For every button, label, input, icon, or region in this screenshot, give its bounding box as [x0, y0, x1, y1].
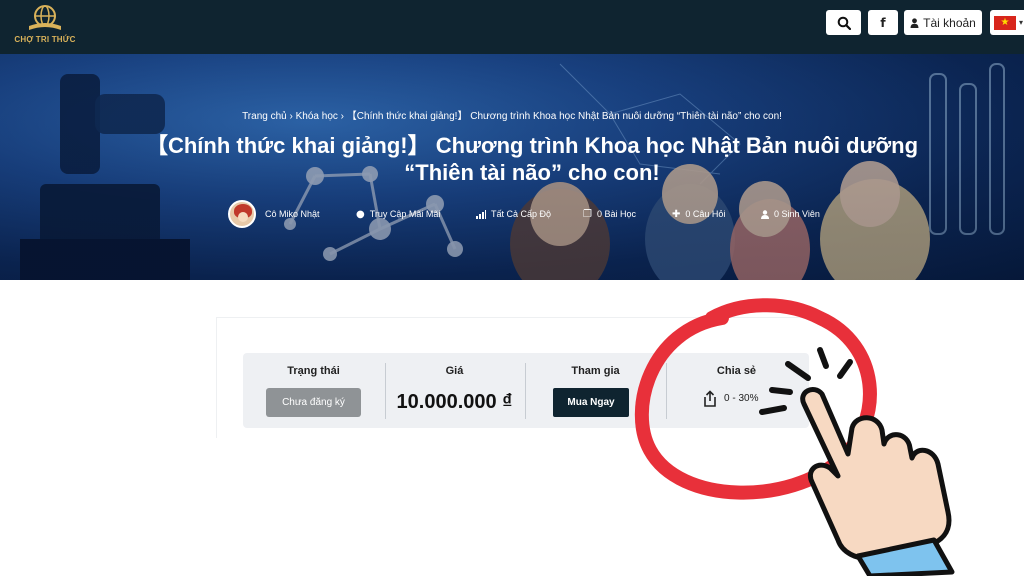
facebook-button[interactable]: f [868, 10, 898, 35]
course-title-line1: 【Chính thức khai giảng!】 Chương trình Kh… [145, 133, 919, 158]
logo-text: CHỢ TRI THỨC [14, 35, 76, 44]
buy-now-button[interactable]: Mua Ngay [553, 388, 629, 417]
language-selector[interactable]: ★ ▾ [990, 10, 1024, 35]
user-icon [910, 17, 919, 28]
access-label: Truy Cập Mãi Mãi [369, 209, 441, 219]
vietnam-flag-icon: ★ [994, 15, 1016, 30]
copy-icon: ❐ [583, 208, 592, 220]
share-icon [704, 390, 716, 407]
lessons-label: 0 Bài Học [596, 209, 636, 219]
meta-access: ● Truy Cập Mãi Mãi [356, 202, 440, 226]
questions-label: 0 Câu Hỏi [685, 209, 726, 219]
account-label: Tài khoản [923, 15, 976, 30]
meta-instructor[interactable]: Cô Miko Nhật [228, 200, 320, 228]
search-button[interactable] [826, 10, 861, 35]
not-registered-button[interactable]: Chưa đăng ký [266, 388, 361, 417]
course-hero-banner: Trang chủ › Khóa học › 【Chính thức khai … [0, 54, 1024, 280]
share-button[interactable]: 0 - 30% [702, 390, 758, 407]
share-title: Chia sẻ [716, 365, 757, 377]
breadcrumb-separator: › [340, 111, 345, 122]
meta-students: 0 Sinh Viên [761, 202, 820, 226]
instructor-avatar [228, 200, 256, 228]
chevron-down-icon: ▾ [1019, 18, 1024, 27]
globe-book-logo-icon [29, 5, 61, 30]
student-icon [761, 209, 769, 219]
share-column: Chia sẻ 0 - 30% [666, 353, 807, 428]
breadcrumb-separator: › [289, 111, 293, 122]
join-title: Tham gia [571, 365, 620, 377]
facebook-icon: f [880, 15, 886, 30]
breadcrumb-courses[interactable]: Khóa học [296, 111, 338, 122]
status-column: Trạng thái Chưa đăng ký [243, 353, 384, 428]
price-value: 10.000.000 ₫ [396, 391, 513, 413]
meta-level: Tất Cả Cấp Độ [476, 202, 551, 226]
signal-bars-icon [476, 209, 486, 219]
puzzle-icon: ✚ [672, 208, 681, 220]
price-column: Giá 10.000.000 ₫ [384, 353, 525, 428]
price-title: Giá [445, 365, 464, 377]
account-button[interactable]: Tài khoản [904, 10, 982, 35]
top-navbar: CHỢ TRI THỨC f Tài khoản ★ ▾ [0, 0, 1024, 54]
search-icon [837, 16, 851, 30]
students-label: 0 Sinh Viên [774, 209, 820, 219]
course-title-line2: “Thiên tài não” cho con! [404, 160, 660, 185]
status-title: Trạng thái [287, 365, 340, 377]
screenshot: CHỢ TRI THỨC f Tài khoản ★ ▾ Trang chủ ›… [0, 0, 1024, 576]
clock-icon: ● [356, 208, 365, 220]
breadcrumb: Trang chủ › Khóa học › 【Chính thức khai … [0, 107, 1024, 122]
level-label: Tất Cả Cấp Độ [491, 209, 552, 219]
lower-blank-area [0, 438, 1024, 576]
join-column: Tham gia Mua Ngay [525, 353, 666, 428]
breadcrumb-current: 【Chính thức khai giảng!】 Chương trình Kh… [346, 111, 782, 122]
breadcrumb-home[interactable]: Trang chủ [242, 111, 287, 122]
share-commission: 0 - 30% [724, 393, 759, 404]
instructor-name: Cô Miko Nhật [265, 209, 320, 219]
meta-lessons: ❐ 0 Bài Học [583, 202, 636, 226]
site-logo[interactable]: CHỢ TRI THỨC [12, 4, 78, 50]
course-info-bar: Trạng thái Chưa đăng ký Giá 10.000.000 ₫… [243, 353, 809, 428]
meta-questions: ✚ 0 Câu Hỏi [672, 202, 725, 226]
course-title: 【Chính thức khai giảng!】 Chương trình Kh… [112, 132, 952, 186]
